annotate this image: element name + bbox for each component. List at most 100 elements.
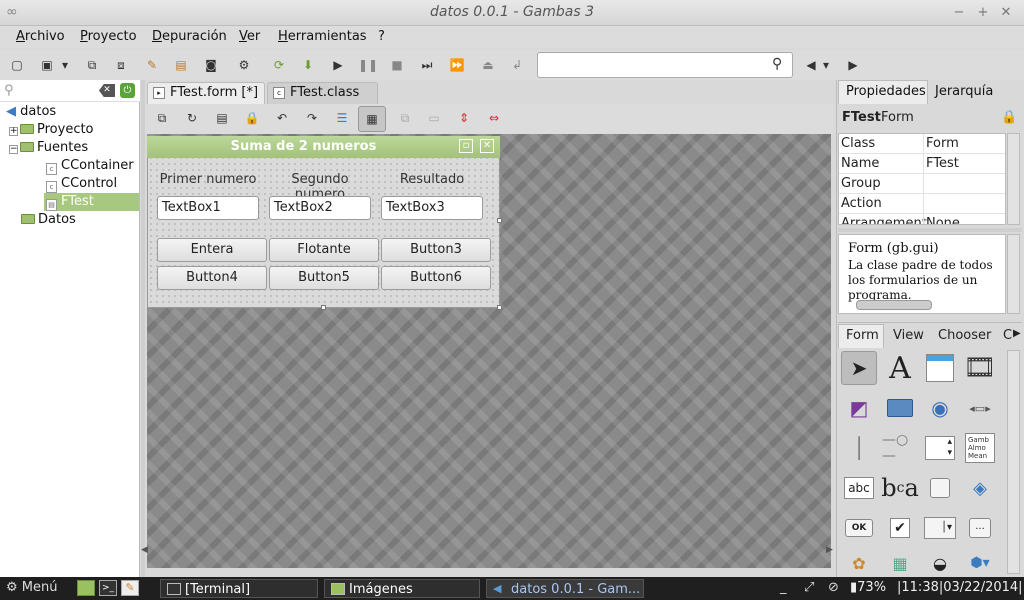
lock-icon[interactable]: 🔒 bbox=[241, 107, 263, 129]
scroll-left-icon[interactable]: ◀ bbox=[141, 545, 148, 555]
help-hscroll-thumb[interactable] bbox=[856, 300, 932, 310]
spinbox-tool-icon[interactable]: ▴ ▾ bbox=[922, 431, 958, 465]
properties-icon[interactable]: ⧉ bbox=[151, 107, 173, 129]
link-tool-icon[interactable]: ⬢▾ bbox=[962, 551, 998, 575]
distribute-vertical-icon[interactable]: ⇔ bbox=[483, 107, 505, 129]
resize-icon[interactable]: ⤢ bbox=[804, 580, 814, 595]
property-scrollbar[interactable] bbox=[1007, 133, 1020, 225]
property-row[interactable]: Name FTest bbox=[839, 154, 1005, 174]
toolbox-tab-more[interactable]: C bbox=[1003, 328, 1013, 343]
picture-tool-icon[interactable]: ◩ bbox=[841, 391, 877, 425]
refresh-icon[interactable]: ⏻ bbox=[120, 83, 135, 98]
terminal-launcher-icon[interactable]: >_ bbox=[99, 580, 117, 596]
reload-icon[interactable]: ↻ bbox=[181, 107, 203, 129]
webview-tool-icon[interactable]: ◈ bbox=[962, 471, 998, 505]
separator-tool-icon[interactable]: │ bbox=[841, 431, 877, 465]
help-scrollbar[interactable] bbox=[1007, 234, 1020, 314]
tree-item-ftest[interactable]: ▤ FTest bbox=[46, 193, 94, 211]
pointer-tool-icon[interactable]: ➤ bbox=[841, 351, 877, 385]
label-tool-icon[interactable]: A bbox=[882, 351, 918, 386]
checkbox-tool-icon[interactable]: ✔ bbox=[882, 511, 918, 545]
collapse-icon[interactable]: − bbox=[9, 145, 18, 154]
property-row[interactable]: Arrangement None bbox=[839, 214, 1005, 224]
splitter[interactable] bbox=[838, 228, 1022, 232]
task-imagenes[interactable]: Imágenes bbox=[324, 579, 480, 598]
menu-editor-icon[interactable]: ☰ bbox=[331, 107, 353, 129]
search-input[interactable] bbox=[537, 52, 793, 78]
editor-launcher-icon[interactable]: ✎ bbox=[121, 580, 139, 596]
combobox-tool-icon[interactable]: │▾ bbox=[922, 511, 958, 545]
step-icon[interactable]: ⏭ bbox=[416, 54, 438, 76]
slider-tool-icon[interactable]: —○— bbox=[882, 431, 918, 465]
eject-icon[interactable]: ⏏ bbox=[477, 54, 499, 76]
maximize-icon[interactable]: + bbox=[975, 5, 991, 21]
distribute-horizontal-icon[interactable]: ⇕ bbox=[453, 107, 475, 129]
minimize-icon[interactable]: − bbox=[951, 5, 967, 21]
chevron-right-icon[interactable]: ▶ bbox=[1013, 328, 1021, 339]
align-icon[interactable]: ▭ bbox=[423, 107, 445, 129]
scroll-right-icon[interactable]: ▶ bbox=[826, 545, 833, 555]
forward-icon[interactable]: ⏩ bbox=[446, 54, 468, 76]
undo-icon[interactable]: ↶ bbox=[271, 107, 293, 129]
new-project-icon[interactable]: ▢ bbox=[6, 54, 28, 76]
task-terminal[interactable]: [Terminal] bbox=[160, 579, 318, 598]
menu-depuracion[interactable]: Depuración bbox=[152, 29, 227, 44]
horizontal-scrollbar[interactable] bbox=[145, 568, 833, 577]
task-gambas[interactable]: ◀ datos 0.0.1 - Gam... bbox=[486, 579, 644, 598]
label-primer-numero[interactable]: Primer numero bbox=[153, 172, 263, 187]
edit-icon[interactable]: ✎ bbox=[141, 54, 163, 76]
toolbox-tab-form[interactable]: Form bbox=[846, 328, 879, 343]
copy-icon[interactable]: ⧉ bbox=[394, 107, 416, 129]
expand-icon[interactable]: + bbox=[9, 127, 18, 136]
radio-tool-icon[interactable]: ◉ bbox=[922, 391, 958, 425]
button6[interactable]: Button6 bbox=[381, 266, 491, 290]
button-tool-icon[interactable]: OK bbox=[841, 511, 877, 545]
label-resultado[interactable]: Resultado bbox=[377, 172, 487, 187]
forward-arrow-icon[interactable]: ▶ bbox=[842, 54, 864, 76]
chevron-down-icon[interactable]: ▾ bbox=[58, 54, 72, 76]
network-icon[interactable]: ⊘ bbox=[828, 580, 839, 595]
textbox3[interactable]: TextBox3 bbox=[381, 196, 483, 220]
toolbox-tab-chooser[interactable]: Chooser bbox=[938, 328, 991, 343]
tree-item-ccontainer[interactable]: c CContainer bbox=[46, 157, 134, 175]
tree-root[interactable]: ◀ datos bbox=[6, 103, 56, 121]
tab-propiedades[interactable]: Propiedades bbox=[846, 84, 926, 99]
menu-herramientas[interactable]: Herramientas bbox=[278, 29, 367, 44]
compile-icon[interactable]: ⟳ bbox=[268, 54, 290, 76]
menu-ver[interactable]: Ver bbox=[239, 29, 260, 44]
tab-jerarquia[interactable]: Jerarquía bbox=[935, 84, 993, 99]
redo-icon[interactable]: ↷ bbox=[301, 107, 323, 129]
references-icon[interactable]: ⧈ bbox=[110, 54, 132, 76]
frame-tool-icon[interactable] bbox=[922, 471, 958, 505]
search-icon[interactable]: ⚲ bbox=[772, 56, 782, 72]
button-flotante[interactable]: Flotante bbox=[269, 238, 379, 262]
start-menu[interactable]: ⚙ Menú bbox=[6, 580, 58, 595]
compile-all-icon[interactable]: ⬇ bbox=[297, 54, 319, 76]
menu-archivo[interactable]: Archivo bbox=[16, 29, 65, 44]
date-tool-icon[interactable]: ▦ bbox=[882, 551, 918, 575]
tab-ftest-class[interactable]: cFTest.class [*] bbox=[267, 82, 378, 120]
history-dropdown-icon[interactable]: ▾ bbox=[819, 54, 833, 76]
tree-item-datos[interactable]: Datos bbox=[21, 211, 76, 229]
resize-handle-corner[interactable] bbox=[497, 305, 502, 310]
button3[interactable]: Button3 bbox=[381, 238, 491, 262]
project-properties-icon[interactable]: ⧉ bbox=[81, 54, 103, 76]
scrollbar-tool-icon[interactable]: ◂▭▸ bbox=[962, 391, 998, 425]
button4[interactable]: Button4 bbox=[157, 266, 267, 290]
property-row[interactable]: Group bbox=[839, 174, 1005, 194]
listbox-tool-icon[interactable]: Gamb Almo Mean bbox=[962, 431, 998, 465]
toolbox-tab-view[interactable]: View bbox=[893, 328, 924, 343]
menu-help[interactable]: ? bbox=[378, 29, 385, 44]
menu-proyecto[interactable]: Proyecto bbox=[80, 29, 137, 44]
toolbox-scrollbar[interactable] bbox=[1007, 350, 1020, 574]
view-code-icon[interactable]: ▤ bbox=[211, 107, 233, 129]
file-manager-icon[interactable] bbox=[77, 580, 95, 596]
tab-ftest-form[interactable]: ▸ FTest.form [*] bbox=[147, 82, 265, 104]
color-tool-icon[interactable]: ✿ bbox=[841, 551, 877, 575]
stop-icon[interactable]: ■ bbox=[386, 54, 408, 76]
movie-tool-icon[interactable]: 🎞 bbox=[962, 351, 998, 385]
camera-icon[interactable]: ◙ bbox=[200, 54, 222, 76]
mask-tool-icon[interactable]: ◒ bbox=[922, 551, 958, 575]
textbox2[interactable]: TextBox2 bbox=[269, 196, 371, 220]
book-icon[interactable]: ▤ bbox=[170, 54, 192, 76]
